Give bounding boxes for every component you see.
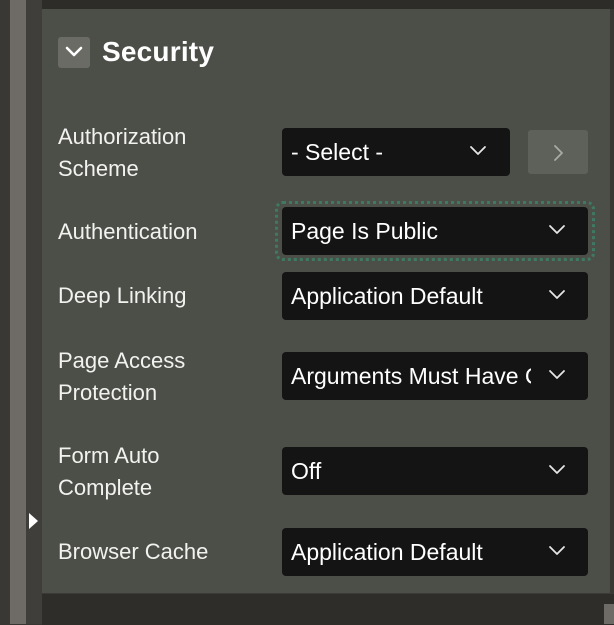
deep-linking-label: Deep Linking [58, 283, 187, 308]
authorization-scheme-select[interactable]: - Select - [282, 128, 510, 176]
section-title: Security [102, 36, 215, 67]
left-gutter [0, 0, 10, 624]
browser-cache-select[interactable]: Application Default [282, 528, 588, 576]
chevron-down-icon [549, 370, 565, 379]
page-access-protection-select[interactable]: Arguments Must Have Checksum [282, 352, 588, 400]
panel-splitter[interactable] [26, 0, 42, 624]
form-auto-complete-label: Form Auto Complete [58, 443, 160, 500]
chevron-right-icon [554, 145, 563, 161]
page-access-protection-label: Page Access Protection [58, 348, 186, 405]
left-rail [10, 0, 26, 624]
scrollbar-track[interactable] [610, 9, 614, 593]
chevron-down-icon [470, 146, 486, 155]
deep-linking-value: Application Default [291, 283, 483, 309]
collapse-section-button[interactable] [58, 37, 90, 68]
chevron-down-icon [65, 46, 83, 57]
authentication-value: Page Is Public [291, 218, 439, 244]
chevron-down-icon [549, 465, 565, 474]
authentication-select[interactable]: Page Is Public [282, 207, 588, 255]
browser-cache-label: Browser Cache [58, 539, 209, 564]
authentication-label: Authentication [58, 219, 198, 244]
chevron-down-icon [549, 225, 565, 234]
top-bar [42, 0, 614, 9]
go-to-authorization-scheme-button[interactable] [528, 130, 588, 174]
form-auto-complete-select[interactable]: Off [282, 447, 588, 495]
deep-linking-select[interactable]: Application Default [282, 272, 588, 320]
form-auto-complete-value: Off [291, 458, 322, 484]
page-access-protection-value: Arguments Must Have Checksum [291, 363, 531, 389]
authorization-scheme-value: - Select - [291, 139, 384, 165]
expand-arrow-icon[interactable] [29, 513, 38, 529]
bottom-bar [42, 593, 614, 625]
browser-cache-value: Application Default [291, 539, 483, 565]
chevron-down-icon [549, 290, 565, 299]
bottom-corner [604, 604, 614, 624]
authorization-scheme-label: Authorization Scheme [58, 124, 187, 181]
chevron-down-icon [549, 546, 565, 555]
